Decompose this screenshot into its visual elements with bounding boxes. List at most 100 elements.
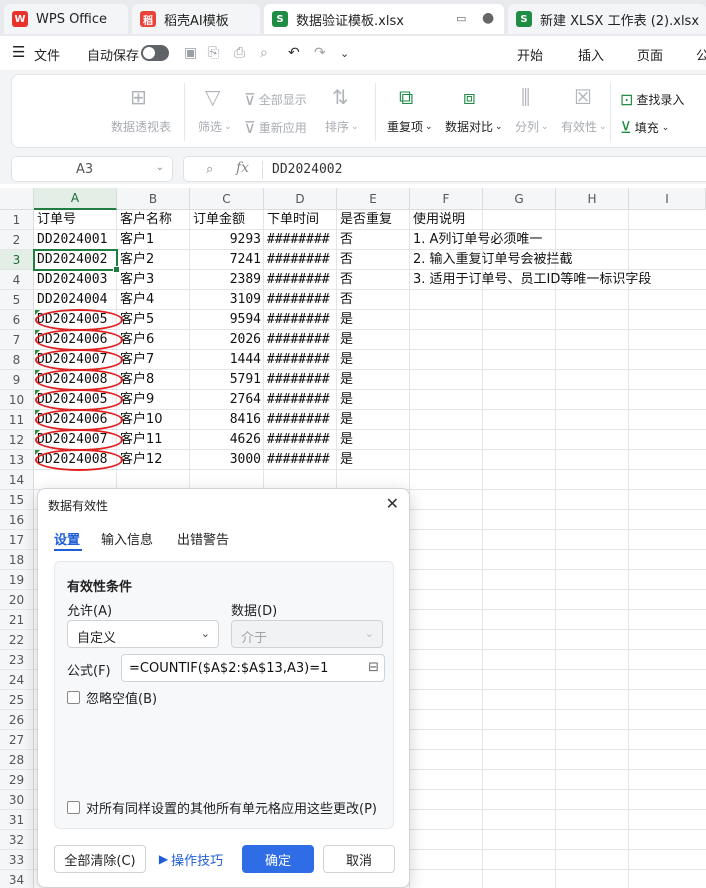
cancel-button[interactable]: 取消 — [323, 845, 395, 873]
print-icon[interactable]: ⎙ — [234, 45, 245, 61]
order-time-cell[interactable]: ######## — [267, 370, 334, 390]
row-header-24[interactable]: 24 — [0, 670, 34, 690]
customer-name-cell[interactable]: 客户2 — [120, 250, 187, 270]
is-duplicate-cell[interactable]: 是 — [340, 410, 407, 430]
tab-error-alert[interactable]: 出错警告 — [177, 529, 229, 548]
sort-button[interactable]: 排序 ⌄ — [325, 118, 359, 135]
unsaved-dot-icon[interactable]: ● — [482, 10, 494, 26]
order-amount-cell[interactable]: 4626 — [193, 430, 261, 450]
insert-function-icon[interactable]: fx — [236, 160, 249, 176]
column-header-c[interactable]: C — [190, 188, 264, 210]
order-amount-cell[interactable]: 9594 — [193, 310, 261, 330]
customer-name-cell[interactable]: 客户3 — [120, 270, 187, 290]
order-amount-cell[interactable]: 9293 — [193, 230, 261, 250]
row-header-1[interactable]: 1 — [0, 210, 34, 230]
row-header-12[interactable]: 12 — [0, 430, 34, 450]
is-duplicate-cell[interactable]: 否 — [340, 290, 407, 310]
note-cell[interactable]: 2. 输入重复订单号会被拦截 — [413, 250, 706, 270]
active-cell-a3[interactable] — [33, 249, 120, 273]
formula-field[interactable]: =COUNTIF($A$2:$A$13,A3)=1 ⊟ — [121, 654, 385, 682]
order-time-cell[interactable]: ######## — [267, 450, 334, 470]
row-header-18[interactable]: 18 — [0, 550, 34, 570]
order-time-cell[interactable]: ######## — [267, 330, 334, 350]
row-header-32[interactable]: 32 — [0, 830, 34, 850]
window-icon[interactable]: ▭ — [456, 12, 466, 25]
ok-button[interactable]: 确定 — [242, 845, 314, 873]
header-cell[interactable]: 下单时间 — [267, 210, 334, 230]
lookup-entry-button[interactable]: ⊡ 查找录入 — [620, 90, 684, 109]
order-amount-cell[interactable]: 7241 — [193, 250, 261, 270]
row-header-27[interactable]: 27 — [0, 730, 34, 750]
customer-name-cell[interactable]: 客户7 — [120, 350, 187, 370]
order-time-cell[interactable]: ######## — [267, 230, 334, 250]
column-header-e[interactable]: E — [337, 188, 410, 210]
header-cell[interactable]: 订单金额 — [193, 210, 261, 230]
order-time-cell[interactable]: ######## — [267, 410, 334, 430]
tips-link[interactable]: ▶ 操作技巧 — [152, 845, 230, 873]
pivot-table-button[interactable]: 数据透视表 — [111, 118, 171, 135]
row-header-4[interactable]: 4 — [0, 270, 34, 290]
customer-name-cell[interactable]: 客户1 — [120, 230, 187, 250]
column-header-a[interactable]: A — [34, 188, 117, 210]
ignore-blank-checkbox[interactable]: 忽略空值(B) — [67, 688, 157, 707]
compare-button[interactable]: 数据对比 ⌄ — [445, 118, 503, 135]
clear-all-button[interactable]: 全部清除(C) — [54, 845, 146, 873]
column-header-h[interactable]: H — [556, 188, 629, 210]
split-columns-button[interactable]: 分列 ⌄ — [515, 118, 549, 135]
is-duplicate-cell[interactable]: 是 — [340, 430, 407, 450]
order-time-cell[interactable]: ######## — [267, 390, 334, 410]
is-duplicate-cell[interactable]: 否 — [340, 270, 407, 290]
row-header-17[interactable]: 17 — [0, 530, 34, 550]
hamburger-menu-icon[interactable]: ☰ — [12, 43, 25, 61]
tab-wps-office[interactable]: W WPS Office — [4, 4, 128, 34]
row-header-9[interactable]: 9 — [0, 370, 34, 390]
is-duplicate-cell[interactable]: 否 — [340, 230, 407, 250]
is-duplicate-cell[interactable]: 是 — [340, 370, 407, 390]
is-duplicate-cell[interactable]: 是 — [340, 390, 407, 410]
column-header-i[interactable]: I — [629, 188, 706, 210]
row-header-7[interactable]: 7 — [0, 330, 34, 350]
customer-name-cell[interactable]: 客户8 — [120, 370, 187, 390]
zoom-search-icon[interactable]: ⌕ — [206, 162, 213, 177]
row-header-30[interactable]: 30 — [0, 790, 34, 810]
reapply-button[interactable]: ⊽ 重新应用 — [244, 118, 307, 137]
duplicates-button[interactable]: 重复项 ⌄ — [387, 118, 433, 135]
row-header-28[interactable]: 28 — [0, 750, 34, 770]
is-duplicate-cell[interactable]: 否 — [340, 250, 407, 270]
column-header-d[interactable]: D — [264, 188, 337, 210]
column-header-b[interactable]: B — [117, 188, 190, 210]
name-box[interactable]: A3 ⌄ — [11, 156, 173, 182]
tab-validation-template[interactable]: S 数据验证模板.xlsx ▭ ● — [264, 4, 504, 34]
autosave-toggle[interactable] — [141, 45, 169, 61]
menu-home[interactable]: 开始 — [517, 45, 543, 64]
order-amount-cell[interactable]: 2389 — [193, 270, 261, 290]
print-preview-icon[interactable]: ⌕ — [260, 45, 268, 61]
row-header-15[interactable]: 15 — [0, 490, 34, 510]
order-time-cell[interactable]: ######## — [267, 350, 334, 370]
is-duplicate-cell[interactable]: 是 — [340, 310, 407, 330]
row-header-34[interactable]: 34 — [0, 870, 34, 888]
order-amount-cell[interactable]: 3109 — [193, 290, 261, 310]
row-header-20[interactable]: 20 — [0, 590, 34, 610]
row-header-2[interactable]: 2 — [0, 230, 34, 250]
row-header-13[interactable]: 13 — [0, 450, 34, 470]
row-header-25[interactable]: 25 — [0, 690, 34, 710]
header-cell[interactable]: 使用说明 — [413, 210, 480, 230]
row-header-3[interactable]: 3 — [0, 250, 34, 270]
is-duplicate-cell[interactable]: 是 — [340, 350, 407, 370]
menu-page[interactable]: 页面 — [637, 45, 663, 64]
formula-input[interactable]: ⌕ fx DD2024002 — [183, 156, 706, 182]
order-amount-cell[interactable]: 1444 — [193, 350, 261, 370]
filter-button[interactable]: 筛选 ⌄ — [198, 118, 232, 135]
row-header-6[interactable]: 6 — [0, 310, 34, 330]
order-amount-cell[interactable]: 2764 — [193, 390, 261, 410]
row-header-26[interactable]: 26 — [0, 710, 34, 730]
undo-icon[interactable]: ↶ — [288, 45, 300, 61]
order-time-cell[interactable]: ######## — [267, 270, 334, 290]
row-header-21[interactable]: 21 — [0, 610, 34, 630]
row-header-23[interactable]: 23 — [0, 650, 34, 670]
row-header-33[interactable]: 33 — [0, 850, 34, 870]
customer-name-cell[interactable]: 客户5 — [120, 310, 187, 330]
row-header-8[interactable]: 8 — [0, 350, 34, 370]
apply-all-checkbox[interactable]: 对所有同样设置的其他所有单元格应用这些更改(P) — [67, 798, 377, 817]
